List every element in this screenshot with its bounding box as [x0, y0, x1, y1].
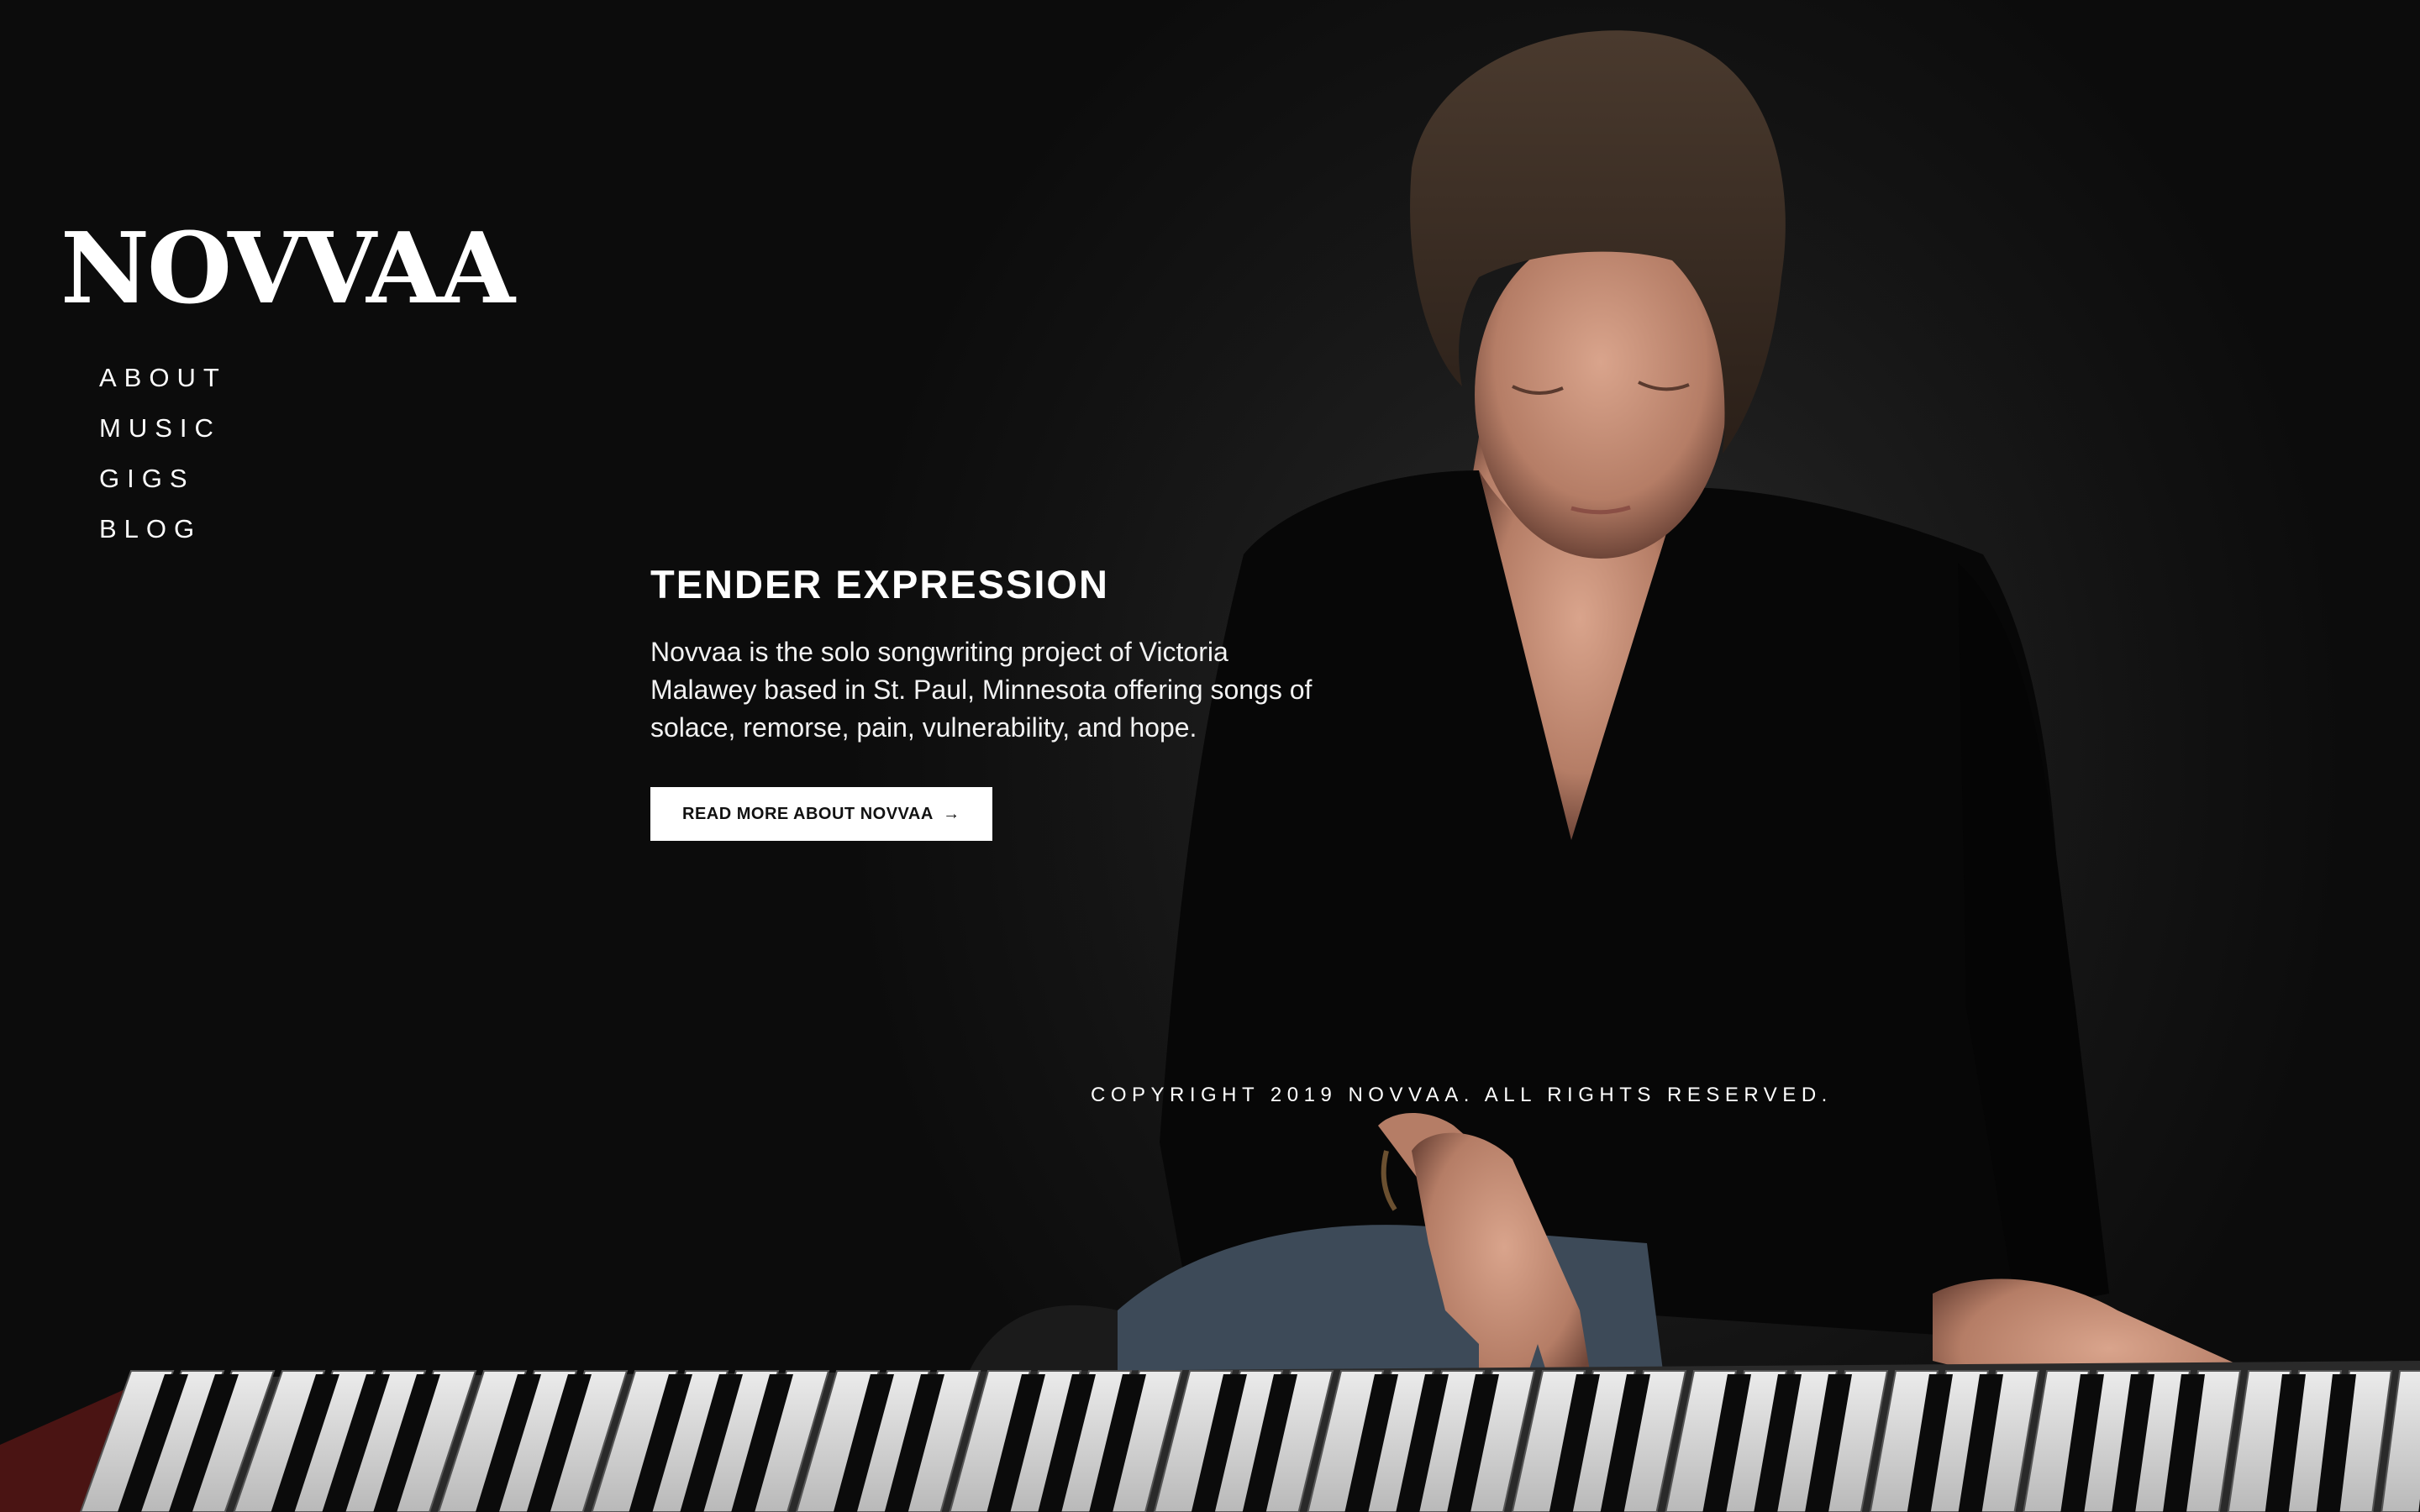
nav-link-gigs[interactable]: GIGS: [99, 464, 195, 493]
nav-link-about[interactable]: ABOUT: [99, 363, 227, 392]
arrow-right-icon: →: [943, 805, 960, 824]
nav-item-gigs: GIGS: [99, 454, 227, 504]
read-more-button[interactable]: READ MORE ABOUT NOVVAA →: [650, 787, 992, 842]
nav-item-blog: BLOG: [99, 504, 227, 554]
hero-intro-text: Novvaa is the solo songwriting project o…: [650, 637, 1313, 743]
piano-keyboard: [79, 1370, 2420, 1512]
nav-item-about: ABOUT: [99, 353, 227, 403]
main-nav: ABOUT MUSIC GIGS BLOG: [99, 353, 227, 554]
nav-link-blog[interactable]: BLOG: [99, 514, 202, 543]
hero-headline: TENDER EXPRESSION: [650, 562, 1109, 606]
copyright-text: COPYRIGHT 2019 NOVVAA. ALL RIGHTS RESERV…: [1091, 1084, 1833, 1106]
nav-item-music: MUSIC: [99, 403, 227, 454]
hero-content: TENDER EXPRESSION Novvaa is the solo son…: [650, 561, 1323, 842]
nav-link-music[interactable]: MUSIC: [99, 413, 221, 443]
site-logo[interactable]: NOVVAA: [60, 220, 515, 318]
read-more-button-label: READ MORE ABOUT NOVVAA: [682, 805, 934, 824]
